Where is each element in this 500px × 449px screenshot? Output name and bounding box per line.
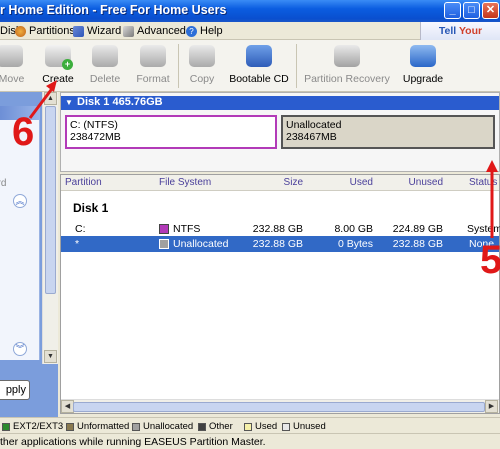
- annotation-arrowhead-five: [486, 160, 498, 172]
- annotation-number-six: 6: [12, 110, 35, 154]
- annotation-overlay: [28, 80, 498, 238]
- annotation-number-five: 5: [480, 238, 500, 282]
